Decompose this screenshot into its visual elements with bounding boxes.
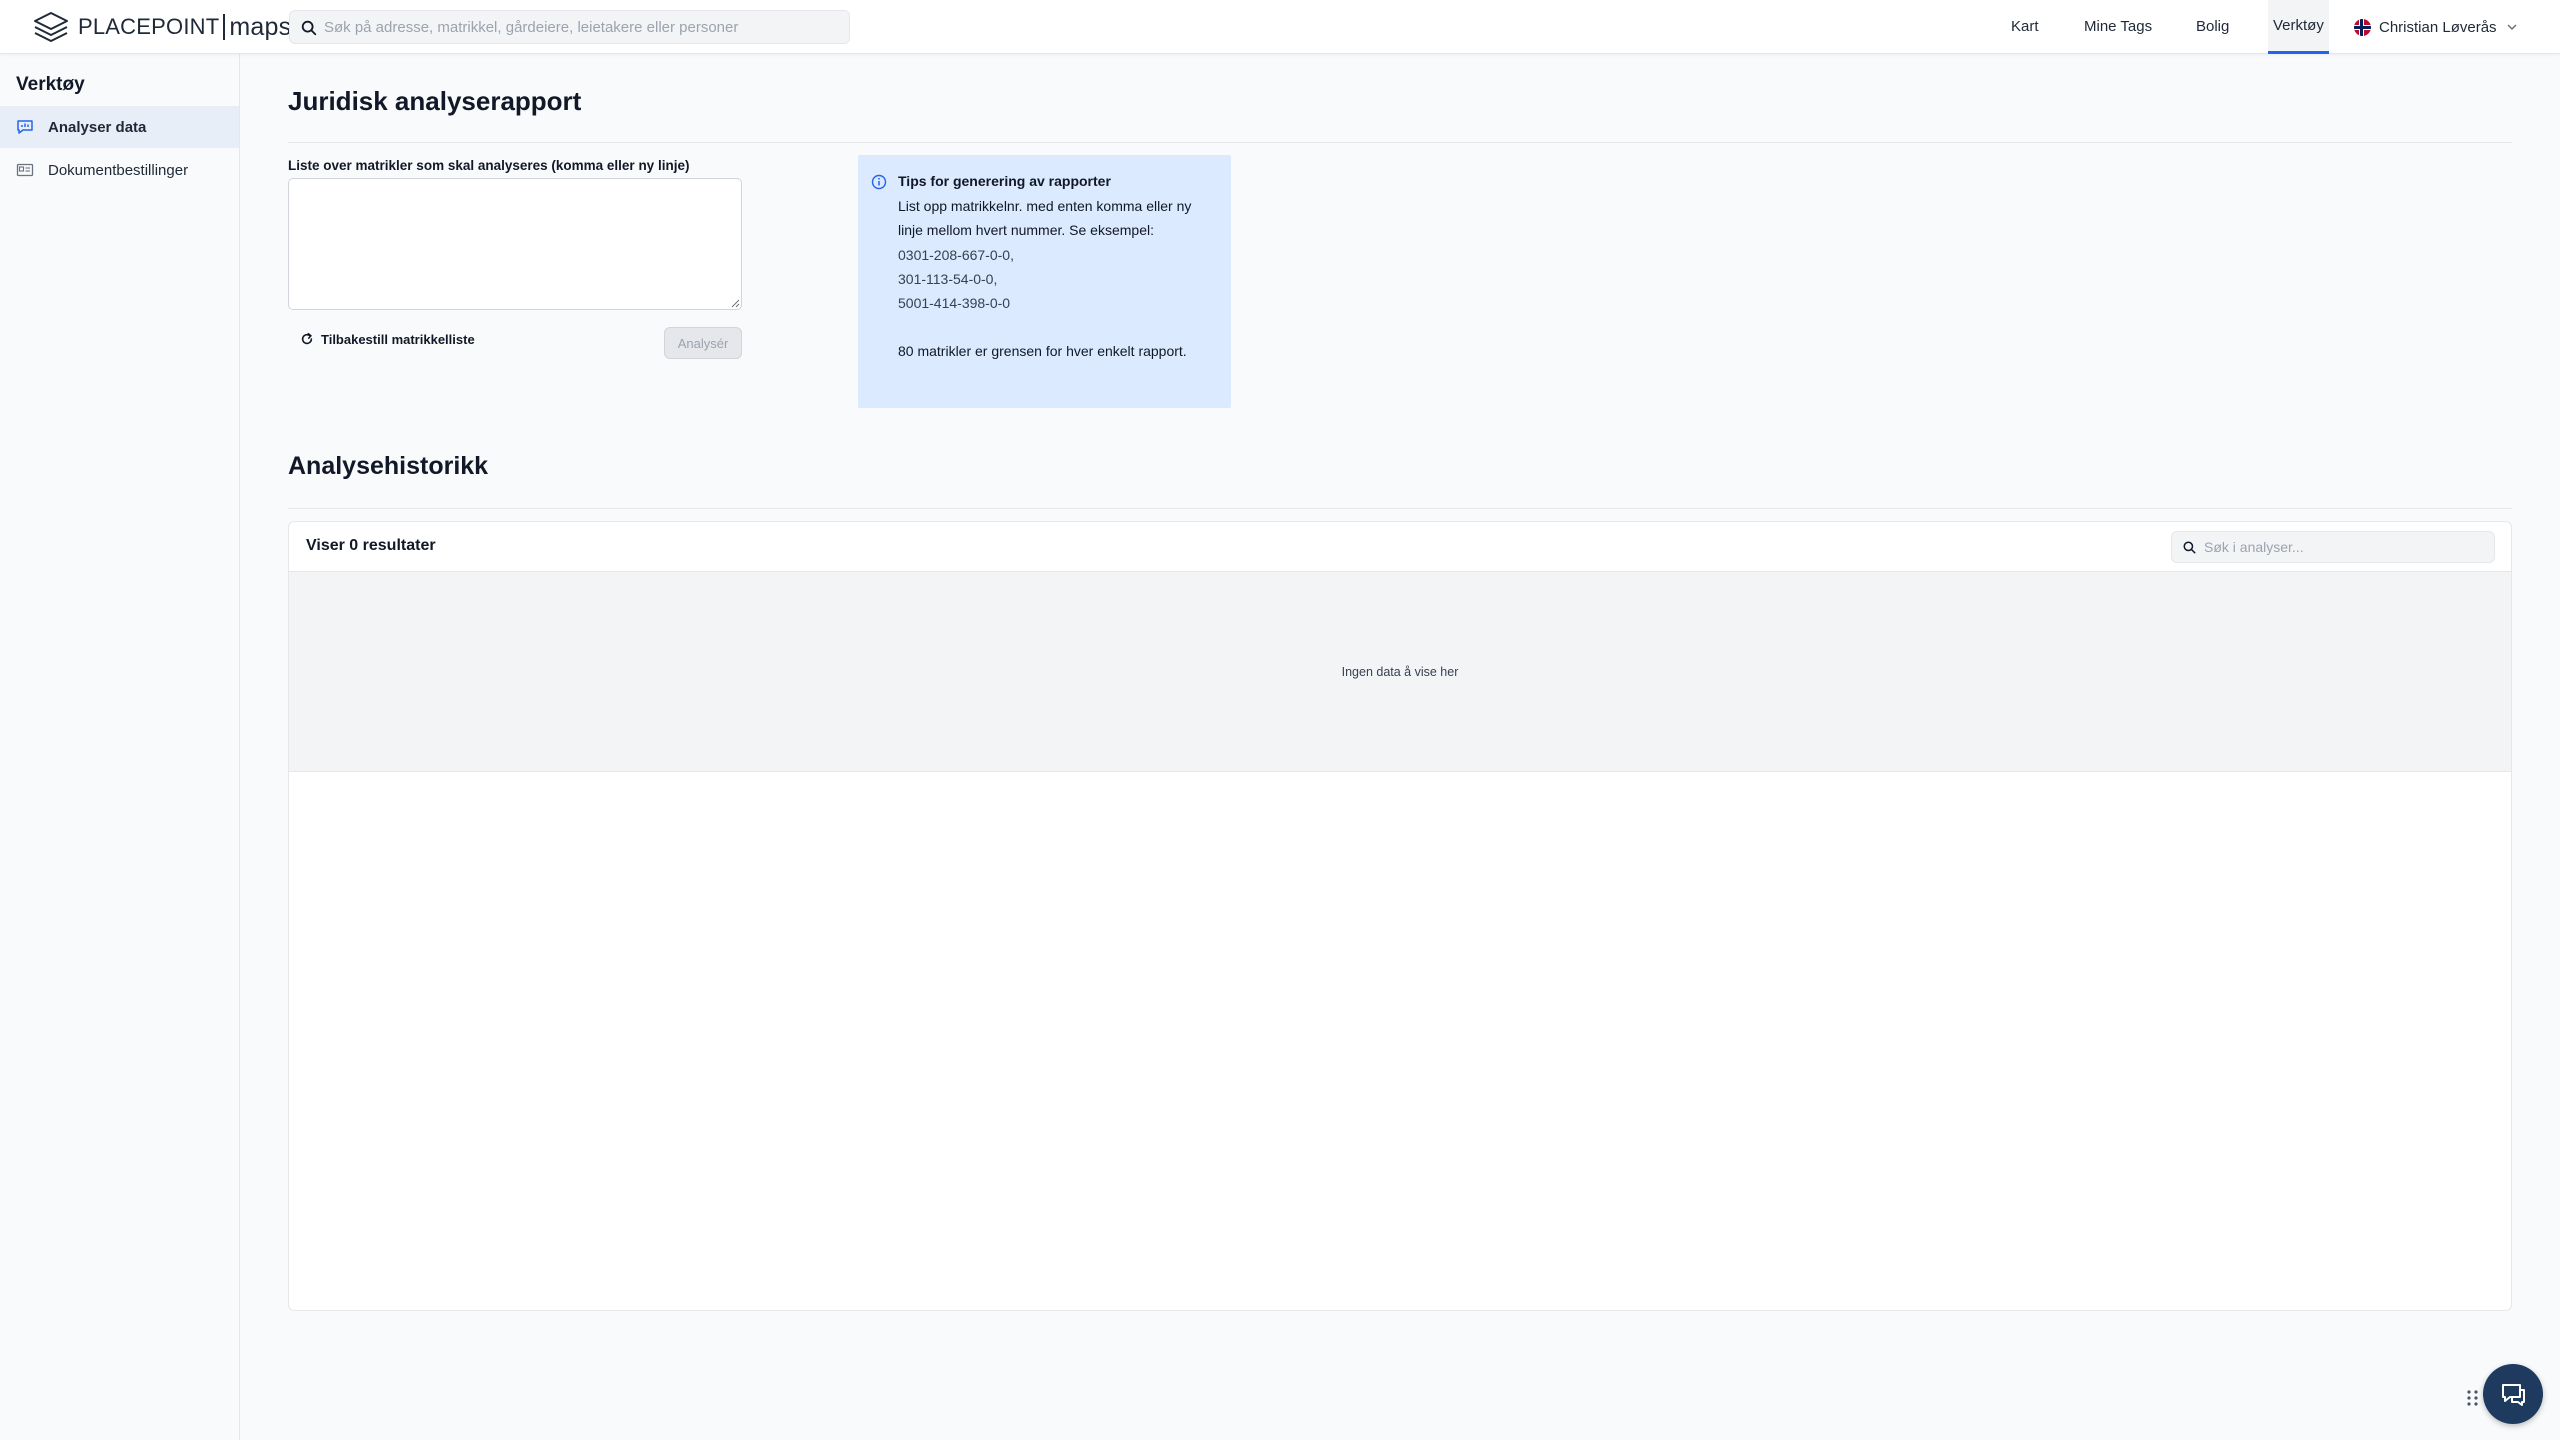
logo-text: PLACEPOINT maps [78,13,291,42]
tips-box: Tips for generering av rapporter List op… [858,155,1231,408]
empty-state-text: Ingen data å vise her [1341,664,1459,679]
nav-bolig[interactable]: Bolig [2196,0,2229,54]
sidebar-item-label: Dokumentbestillinger [48,161,189,179]
drag-handle-icon[interactable] [2466,1388,2480,1408]
history-search[interactable] [2171,531,2495,563]
logo-separator [223,14,226,40]
matrikkel-field-label: Liste over matrikler som skal analyseres… [288,158,690,173]
result-count: Viser 0 resultater [306,537,436,554]
chat-bubble-icon [2502,1384,2525,1406]
info-icon [871,174,887,190]
logo-brand: PLACEPOINT [78,14,220,39]
nav-kart[interactable]: Kart [2011,0,2039,54]
tips-example: 5001-414-398-0-0 [898,295,1011,311]
sidebar-item-label: Analyser data [48,118,147,136]
top-header: PLACEPOINT maps Kart Mine Tags Bolig Ver… [0,0,2560,54]
title-divider [288,142,2512,143]
search-icon [2183,541,2196,554]
chat-button[interactable] [2483,1364,2543,1424]
nav-verktoy[interactable]: Verktøy [2268,0,2329,54]
document-card-icon [16,163,34,177]
global-search-input[interactable] [324,18,849,36]
tips-text: List opp matrikkelnr. med enten komma el… [898,198,1192,238]
analyse-button[interactable]: Analysér [664,327,742,359]
sidebar: Verktøy Analyser data Dokumentbestilling… [0,54,240,1440]
tips-footer: 80 matrikler er grensen for hver enkelt … [898,343,1187,359]
reset-matrikkel-button[interactable]: Tilbakestill matrikkelliste [300,329,475,349]
history-divider [288,508,2512,509]
chart-chat-icon [17,120,33,134]
logo-product: maps [229,12,292,41]
logo[interactable]: PLACEPOINT maps [32,10,291,44]
main-content: Juridisk analyserapport Liste over matri… [240,54,2560,1440]
sidebar-title: Verktøy [16,74,85,95]
nav-mine-tags[interactable]: Mine Tags [2084,0,2152,54]
tips-title: Tips for generering av rapporter [898,173,1111,189]
history-table-card: Viser 0 resultater Ingen data å vise her [288,521,2512,1311]
tips-example: 0301-208-667-0-0, [898,247,1014,263]
empty-state: Ingen data å vise her [289,572,2511,772]
global-search[interactable] [289,10,850,44]
history-title: Analysehistorikk [288,452,489,480]
search-icon [301,20,317,36]
resize-grip-icon[interactable] [731,299,740,308]
norway-flag-icon [2354,18,2371,36]
chevron-down-icon [2507,24,2517,31]
page-title: Juridisk analyserapport [288,86,582,116]
layers-logo-icon [34,12,68,42]
tips-example: 301-113-54-0-0, [898,271,998,287]
history-search-input[interactable] [2204,539,2494,555]
user-name: Christian Løverås [2379,18,2497,36]
sidebar-item-dokumentbestillinger[interactable]: Dokumentbestillinger [0,149,239,191]
user-menu[interactable]: Christian Løverås [2354,16,2519,38]
refresh-icon [301,332,313,345]
reset-matrikkel-label: Tilbakestill matrikkelliste [321,331,475,347]
sidebar-item-analyser-data[interactable]: Analyser data [0,106,239,148]
matrikkel-textarea[interactable] [288,178,742,310]
history-table-header: Viser 0 resultater [289,522,2511,572]
